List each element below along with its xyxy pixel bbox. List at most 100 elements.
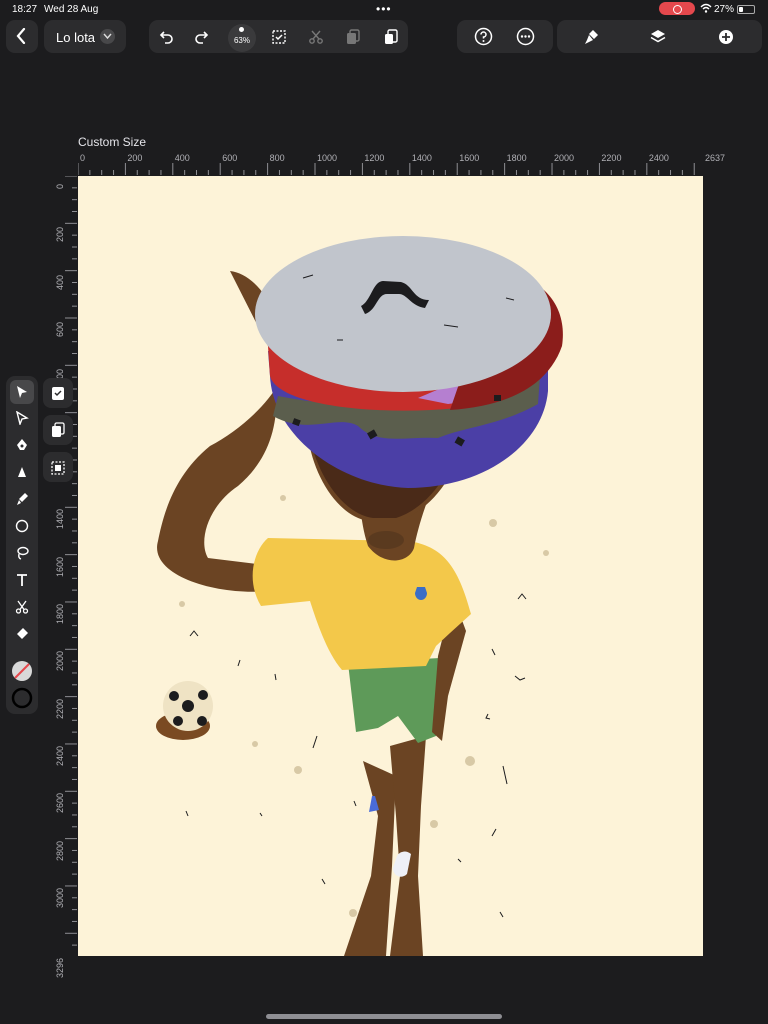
help-icon <box>474 27 493 46</box>
battery-icon <box>737 5 755 14</box>
ruler-label: 2400 <box>648 153 669 163</box>
ruler-label: 1400 <box>55 509 65 530</box>
panels-toolbar <box>557 20 762 53</box>
document-title-button[interactable]: Lo lota <box>44 20 126 53</box>
vector-brush-tool[interactable] <box>10 460 34 484</box>
status-bar: 18:27 Wed 28 Aug ••• 27% <box>0 0 768 18</box>
paste-in-place-button[interactable] <box>43 378 73 408</box>
brush-icon <box>585 30 598 44</box>
undo-icon <box>159 31 173 44</box>
select-button[interactable] <box>270 28 288 46</box>
ruler-label: 0 <box>55 183 65 189</box>
arrange-icon <box>51 461 65 475</box>
wifi-icon <box>700 3 712 13</box>
copy-icon <box>347 29 360 44</box>
back-button[interactable] <box>6 20 38 53</box>
ruler-label: 3296 <box>55 957 65 978</box>
brush-icon <box>17 493 28 505</box>
ruler-label: 0 <box>80 153 86 163</box>
ruler-label: 400 <box>174 153 190 163</box>
ruler-label: 1800 <box>55 603 65 624</box>
undo-button[interactable] <box>157 28 175 46</box>
brush-settings-button[interactable] <box>583 28 601 46</box>
pen-icon <box>17 439 27 450</box>
direct-selection-tool[interactable] <box>10 406 34 430</box>
layers-icon <box>650 30 666 43</box>
ruler-label: 200 <box>55 227 65 243</box>
duplicate-button[interactable] <box>43 415 73 445</box>
vector-brush-icon <box>18 467 26 477</box>
cut-icon <box>309 30 323 44</box>
multitasking-dots-icon[interactable]: ••• <box>376 2 392 16</box>
stroke-icon <box>11 687 33 709</box>
ruler-label: 2000 <box>554 153 575 163</box>
redo-icon <box>195 31 209 44</box>
arrange-button[interactable] <box>43 452 73 482</box>
paste-button[interactable] <box>382 28 400 46</box>
ruler-label: 800 <box>269 153 285 163</box>
ruler-label: 2200 <box>601 153 622 163</box>
eraser-icon <box>17 628 28 639</box>
ruler-label: 1600 <box>55 556 65 577</box>
layers-button[interactable] <box>649 28 667 46</box>
illustration[interactable] <box>78 176 703 956</box>
back-icon <box>16 28 26 44</box>
horizontal-ruler[interactable]: 0 200 400 600 800 1000 1200 1400 1600 1800 2000 220… <box>77 151 738 175</box>
ruler-label: 600 <box>222 153 238 163</box>
ruler-label: 1200 <box>364 153 385 163</box>
ruler-label: 1800 <box>506 153 527 163</box>
add-icon <box>719 30 733 44</box>
ruler-label: 1400 <box>411 153 432 163</box>
fill-none-icon <box>12 661 32 681</box>
status-date: Wed 28 Aug <box>44 4 99 15</box>
ruler-label: 1000 <box>317 153 338 163</box>
ruler-label: 2400 <box>55 745 65 766</box>
add-button[interactable] <box>717 28 735 46</box>
stroke-color-swatch[interactable] <box>10 686 34 710</box>
chevron-down-icon <box>100 29 115 44</box>
text-tool[interactable] <box>10 568 34 592</box>
home-indicator[interactable] <box>266 1014 502 1019</box>
cut-button[interactable] <box>307 28 325 46</box>
ruler-label: 2800 <box>55 840 65 861</box>
ruler-label: 2200 <box>55 698 65 719</box>
lasso-icon <box>17 546 29 560</box>
clipboard-check-icon <box>52 387 64 400</box>
ruler-label: 600 <box>55 321 65 337</box>
ruler-label: 3000 <box>55 887 65 908</box>
help-button[interactable] <box>474 27 493 46</box>
text-icon <box>17 574 27 586</box>
ruler-label: 2000 <box>55 651 65 672</box>
copy-button[interactable] <box>344 28 362 46</box>
document-title: Lo lota <box>56 30 96 45</box>
eraser-tool[interactable] <box>10 622 34 646</box>
zoom-indicator[interactable]: 63% <box>228 24 256 52</box>
more-icon <box>516 27 535 46</box>
screen-recording-icon[interactable] <box>659 2 695 15</box>
select-icon <box>272 30 286 44</box>
ruler-label: 2600 <box>55 793 65 814</box>
ruler-label: 2637 <box>705 153 726 163</box>
artboard[interactable] <box>78 176 703 956</box>
shape-tool[interactable] <box>10 514 34 538</box>
scissors-icon <box>15 600 29 614</box>
edit-toolbar <box>149 20 408 53</box>
redo-button[interactable] <box>193 28 211 46</box>
ruler-label: 200 <box>127 153 143 163</box>
duplicate-icon <box>52 422 65 437</box>
lasso-tool[interactable] <box>10 541 34 565</box>
pen-tool[interactable] <box>10 433 34 457</box>
brush-tool[interactable] <box>10 487 34 511</box>
fill-color-swatch[interactable] <box>10 659 34 683</box>
battery-percentage: 27% <box>714 4 735 15</box>
ruler-label: 400 <box>55 274 65 290</box>
selection-tool[interactable] <box>10 380 34 404</box>
scissors-tool[interactable] <box>10 595 34 619</box>
vertical-ruler[interactable]: 0200400600800100012001400160018002000220… <box>53 175 77 978</box>
ruler-label: 1600 <box>459 153 480 163</box>
paste-icon <box>385 29 398 44</box>
left-toolbar <box>6 376 38 714</box>
more-button[interactable] <box>516 27 535 46</box>
direct-selection-icon <box>16 411 29 425</box>
canvas-size-label[interactable]: Custom Size <box>78 135 146 149</box>
